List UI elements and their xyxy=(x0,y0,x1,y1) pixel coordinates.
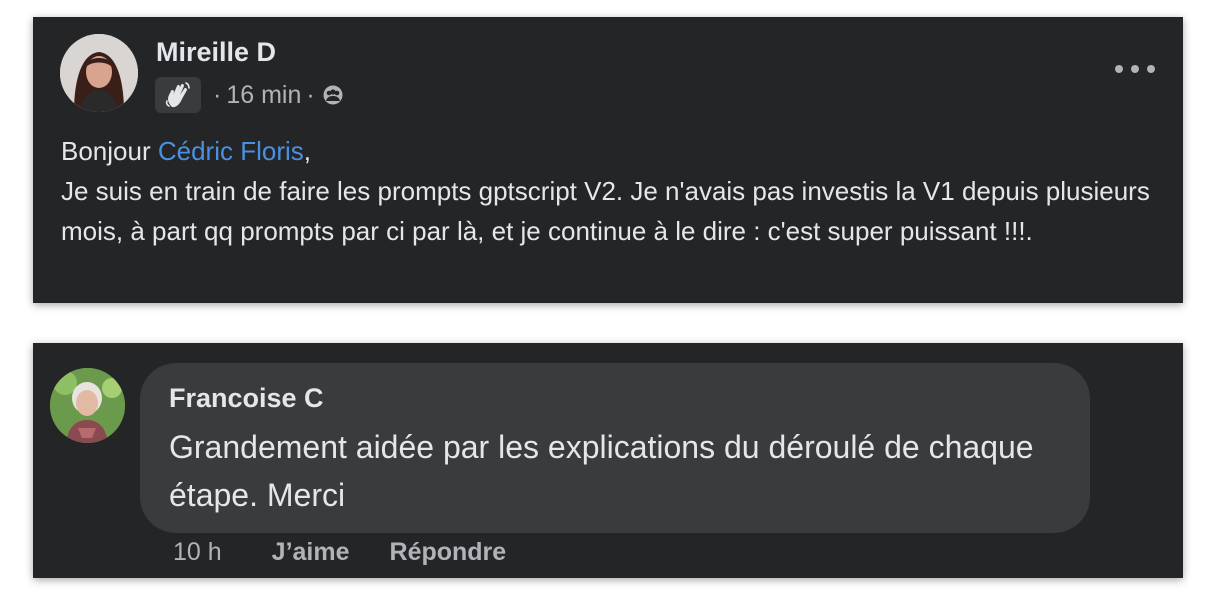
post-greeting: Bonjour xyxy=(61,136,158,166)
comment-actions: 10 h J’aime Répondre xyxy=(173,538,546,567)
comment-text: Grandement aidée par les explications du… xyxy=(169,429,1034,513)
post-card: Mireille D · 16 min · Bonjour Cédric Flo… xyxy=(33,17,1183,303)
mention-link[interactable]: Cédric Floris xyxy=(158,136,304,166)
more-options-icon[interactable] xyxy=(1115,59,1155,79)
commenter-avatar[interactable] xyxy=(50,368,125,443)
post-body: Bonjour Cédric Floris, Je suis en train … xyxy=(61,131,1161,251)
comment-card: Francoise C Grandement aidée par les exp… xyxy=(33,343,1183,578)
meta-separator: · xyxy=(306,80,315,109)
post-author-name[interactable]: Mireille D xyxy=(156,37,276,68)
like-button[interactable]: J’aime xyxy=(272,538,350,567)
waving-hand-badge-icon[interactable] xyxy=(155,77,201,113)
group-audience-icon xyxy=(322,84,344,106)
comment-bubble: Francoise C Grandement aidée par les exp… xyxy=(140,363,1090,533)
post-text: Je suis en train de faire les prompts gp… xyxy=(61,176,1150,246)
reply-button[interactable]: Répondre xyxy=(390,538,507,567)
meta-separator: · xyxy=(213,80,222,109)
post-time[interactable]: 16 min xyxy=(226,81,301,110)
commenter-name[interactable]: Francoise C xyxy=(169,383,337,414)
post-meta: · 16 min · xyxy=(155,76,344,114)
author-avatar[interactable] xyxy=(60,34,138,112)
post-greeting-punct: , xyxy=(303,136,311,166)
comment-time[interactable]: 10 h xyxy=(173,538,222,567)
